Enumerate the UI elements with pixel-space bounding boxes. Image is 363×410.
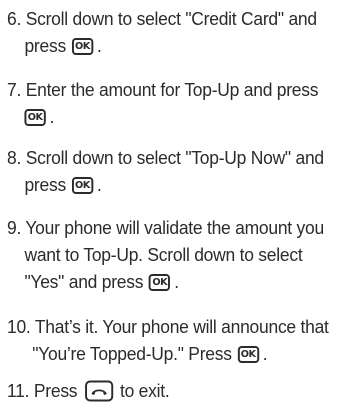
step-text: . (262, 344, 268, 364)
ok-key-icon: OK (237, 346, 259, 363)
instruction-steps: 6. Scroll down to select "Credit Card" a… (0, 0, 363, 410)
end-call-key-icon (85, 380, 114, 402)
ok-key-label: OK (75, 180, 90, 191)
ok-key-icon: OK (71, 38, 94, 55)
step-text-line-2: OK. (7, 104, 347, 131)
step-text: Scroll down to select "Top-Up Now" and (25, 148, 324, 168)
step-text: Your phone will validate the amount you (25, 218, 324, 238)
step-text: . (96, 175, 102, 195)
step-10: 10. That’s it. Your phone will announce … (7, 314, 347, 368)
ok-key-label: OK (152, 277, 168, 288)
step-text: . (49, 107, 55, 127)
step-number: 11. (7, 381, 30, 401)
ok-key-icon: OK (24, 109, 46, 126)
step-number: 7. (7, 80, 22, 100)
step-text-line-2: "You’re Topped-Up." Press OK. (7, 341, 347, 368)
step-6: 6. Scroll down to select "Credit Card" a… (7, 6, 347, 60)
step-7: 7. Enter the amount for Top-Up and press… (7, 77, 347, 131)
step-text: That’s it. Your phone will announce that (34, 317, 329, 337)
step-text: Press (33, 381, 78, 401)
step-text: "You’re Topped-Up." Press (32, 344, 232, 364)
ok-key-icon: OK (149, 274, 171, 291)
step-text: press (24, 36, 66, 56)
ok-key-icon: OK (71, 177, 94, 194)
step-text-line-2: want to Top-Up. Scroll down to select (24, 245, 303, 265)
step-text: Enter the amount for Top-Up and press (25, 80, 319, 100)
step-9: 9. Your phone will validate the amount y… (7, 215, 347, 296)
step-text: "Yes" and press (24, 272, 144, 292)
step-text-line-2: press OK. (7, 33, 347, 60)
step-text-line-2: press OK. (7, 172, 347, 199)
step-text: . (96, 36, 102, 56)
ok-key-label: OK (27, 112, 43, 123)
step-text: press (24, 175, 66, 195)
step-11: 11. Press to exit. (7, 378, 347, 405)
step-text: to exit. (119, 381, 170, 401)
step-text: Scroll down to select "Credit Card" and (25, 9, 317, 29)
step-number: 9. (7, 218, 22, 238)
step-text-line-3: "Yes" and press OK. (7, 269, 347, 296)
step-number: 10. (7, 317, 31, 337)
step-text: . (174, 272, 179, 292)
ok-key-label: OK (240, 349, 256, 360)
step-8: 8. Scroll down to select "Top-Up Now" an… (7, 145, 347, 199)
step-number: 6. (7, 9, 22, 29)
ok-key-label: OK (75, 41, 90, 52)
step-number: 8. (7, 148, 22, 168)
